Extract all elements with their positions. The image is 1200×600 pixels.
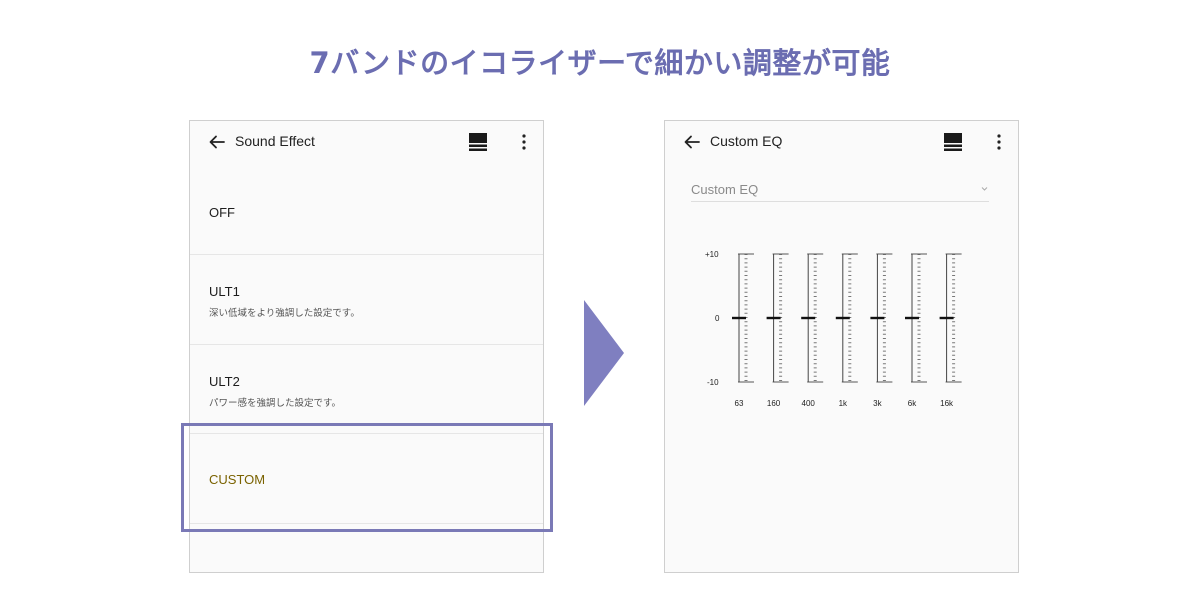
eq-band-160: 160 [766, 253, 789, 408]
eq-freq-label: 6k [908, 399, 917, 408]
eq-slider-knob[interactable] [732, 316, 746, 320]
eq-freq-label: 3k [873, 399, 882, 408]
eq-slider-knob[interactable] [801, 316, 816, 320]
eq-band-400: 400 [801, 253, 824, 408]
back-arrow-icon[interactable] [683, 133, 701, 151]
item-description: パワー感を強調した設定です。 [209, 398, 342, 409]
more-vert-icon[interactable] [521, 133, 527, 151]
custom-eq-screen: Custom EQ Custom EQ +10 0 -10 63 160 400 1k… [664, 120, 1019, 573]
list-item-off[interactable]: OFF [190, 165, 543, 255]
list-item-ult1[interactable]: ULT1 深い低域をより強調した設定です。 [190, 255, 543, 345]
eq-slider-knob[interactable] [766, 316, 781, 320]
screen-title: Sound Effect [235, 133, 315, 149]
item-label: ULT1 [209, 284, 240, 299]
eq-band-63: 63 [732, 253, 754, 408]
more-vert-icon[interactable] [996, 133, 1002, 151]
screen-title: Custom EQ [710, 133, 783, 149]
scale-label-bottom: -10 [707, 378, 719, 387]
next-arrow-icon [584, 300, 624, 406]
eq-slider-knob[interactable] [905, 316, 919, 320]
eq-slider-knob[interactable] [939, 316, 954, 320]
layout-icon[interactable] [944, 133, 962, 151]
layout-icon[interactable] [469, 133, 487, 151]
eq-freq-label: 63 [735, 399, 744, 408]
headline: 7バンドのイコライザーで細かい調整が可能 [309, 46, 891, 80]
eq-band-6k: 6k [905, 253, 927, 408]
eq-freq-label: 160 [767, 399, 781, 408]
preset-dropdown[interactable]: Custom EQ [691, 179, 989, 202]
scale-label-top: +10 [705, 250, 719, 259]
eq-freq-label: 1k [839, 399, 848, 408]
eq-band-3k: 3k [870, 253, 893, 408]
eq-freq-label: 16k [940, 399, 954, 408]
eq-slider-knob[interactable] [870, 316, 885, 320]
app-bar: Custom EQ [665, 121, 1018, 165]
item-description: 深い低域をより強調した設定です。 [209, 308, 360, 319]
list-item-ult2[interactable]: ULT2 パワー感を強調した設定です。 [190, 345, 543, 434]
app-bar: Sound Effect [190, 121, 543, 165]
preset-value: Custom EQ [691, 182, 759, 197]
back-arrow-icon[interactable] [208, 133, 226, 151]
item-label: ULT2 [209, 374, 240, 389]
eq-band-1k: 1k [835, 253, 858, 408]
selection-highlight [181, 423, 553, 532]
eq-band-16k: 16k [939, 253, 962, 408]
item-label: OFF [209, 205, 235, 220]
eq-freq-label: 400 [802, 399, 816, 408]
eq-slider-knob[interactable] [835, 316, 850, 320]
chevron-down-icon [981, 187, 988, 191]
equalizer: +10 0 -10 63 160 400 1k 3k 6k 16k [705, 250, 962, 408]
scale-label-mid: 0 [715, 314, 720, 323]
